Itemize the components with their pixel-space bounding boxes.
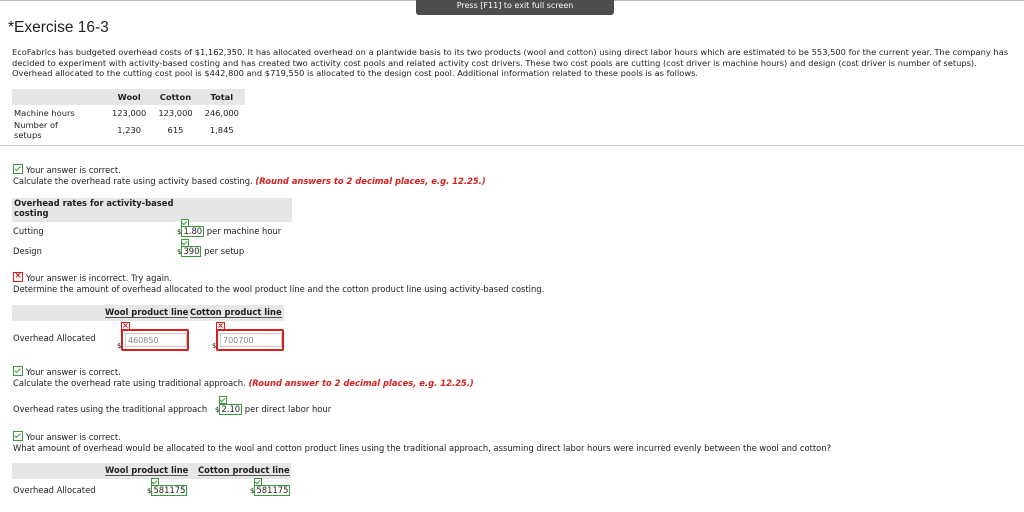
incorrect-x-icon (13, 270, 23, 282)
q3-value: 2.10 (219, 404, 243, 415)
q4-col-wool: Wool product line (105, 465, 189, 476)
q2-table-header: Wool product line Cotton product line (12, 305, 284, 321)
correct-check-icon (13, 164, 23, 174)
problem-intro: EcoFabrics has budgeted overhead costs o… (12, 47, 1009, 78)
q3-unit: per direct labor hour (244, 404, 332, 414)
q4-col-cotton: Cotton product line (198, 465, 290, 476)
q1-status: Your answer is correct. (13, 164, 121, 175)
table-row: Machine hours 123,000 123,000 246,000 (12, 105, 245, 120)
q3-status: Your answer is correct. (13, 366, 121, 377)
q1-design-answer[interactable]: $390 per setup (177, 246, 244, 257)
q1-status-text: Your answer is correct. (26, 165, 121, 175)
q4-wool-value: 581175 (151, 485, 188, 496)
q2-cotton-field[interactable] (216, 329, 284, 351)
q1-hint: (Round answers to 2 decimal places, e.g.… (255, 176, 486, 186)
q1-design-value: 390 (181, 246, 202, 257)
q4-cotton-value: 581175 (254, 485, 291, 496)
table-row: Number of setups 1,230 615 1,845 (12, 120, 245, 140)
q4-status-text: Your answer is correct. (26, 432, 121, 442)
cell: 123,000 (158, 107, 193, 118)
q2-wool-input[interactable] (125, 333, 187, 347)
q1-prompt-text: Calculate the overhead rate using activi… (13, 176, 253, 186)
q2-col-wool: Wool product line (105, 307, 189, 318)
q3-prompt: Calculate the overhead rate using tradit… (13, 378, 474, 388)
q2-status: Your answer is incorrect. Try again. (13, 270, 172, 283)
cell: 246,000 (204, 107, 239, 118)
q3-hint: (Round answer to 2 decimal places, e.g. … (248, 378, 474, 388)
fullscreen-banner[interactable]: Press [F11] to exit full screen (416, 0, 614, 15)
correct-check-icon (13, 366, 23, 376)
correct-check-icon (13, 431, 23, 441)
q4-row-label: Overhead Allocated (13, 485, 96, 495)
q3-status-text: Your answer is correct. (26, 367, 121, 377)
correct-check-icon (219, 396, 227, 404)
cell: 1,845 (209, 125, 234, 135)
q1-table-header-text: Overhead rates for activity-based costin… (14, 198, 174, 218)
info-header-blank (12, 89, 106, 105)
q1-table-header: Overhead rates for activity-based costin… (12, 198, 292, 222)
q1-cutting-answer[interactable]: $1.80 per machine hour (177, 226, 281, 237)
q2-wool-field[interactable] (121, 329, 189, 351)
q1-row-label: Design (13, 246, 42, 256)
q3-prompt-text: Calculate the overhead rate using tradit… (13, 378, 246, 388)
q3-answer[interactable]: $2.10 per direct labor hour (215, 404, 331, 415)
cell: 1,230 (117, 125, 142, 135)
info-header-cotton: Cotton (152, 89, 199, 105)
info-table: Wool Cotton Total Machine hours 123,000 … (12, 89, 245, 140)
q4-table-header: Wool product line Cotton product line (12, 463, 291, 479)
q1-row-label: Cutting (13, 226, 44, 236)
info-header-wool: Wool (106, 89, 153, 105)
q1-prompt: Calculate the overhead rate using activi… (13, 176, 486, 186)
q4-cotton-answer[interactable]: $581175 (250, 485, 291, 496)
q4-wool-answer[interactable]: $581175 (147, 485, 188, 496)
section-divider (0, 145, 1024, 146)
q4-status: Your answer is correct. (13, 431, 121, 442)
q1-design-unit: per setup (204, 246, 245, 256)
q2-status-text: Your answer is incorrect. Try again. (26, 273, 172, 283)
q2-prompt: Determine the amount of overhead allocat… (13, 284, 545, 294)
q2-row-label: Overhead Allocated (13, 333, 96, 343)
q4-prompt: What amount of overhead would be allocat… (13, 443, 832, 453)
page-title: *Exercise 16-3 (8, 19, 109, 36)
row-label: Machine hours (14, 107, 75, 118)
cell: 615 (167, 125, 184, 135)
row-label: Number of setups (14, 120, 58, 140)
q3-label: Overhead rates using the traditional app… (13, 404, 208, 414)
q2-cotton-input[interactable] (220, 333, 282, 347)
info-header-total: Total (198, 89, 245, 105)
q1-cutting-value: 1.80 (181, 226, 205, 237)
q1-cutting-unit: per machine hour (206, 226, 282, 236)
cell: 123,000 (112, 107, 147, 118)
q2-col-cotton: Cotton product line (190, 307, 282, 318)
